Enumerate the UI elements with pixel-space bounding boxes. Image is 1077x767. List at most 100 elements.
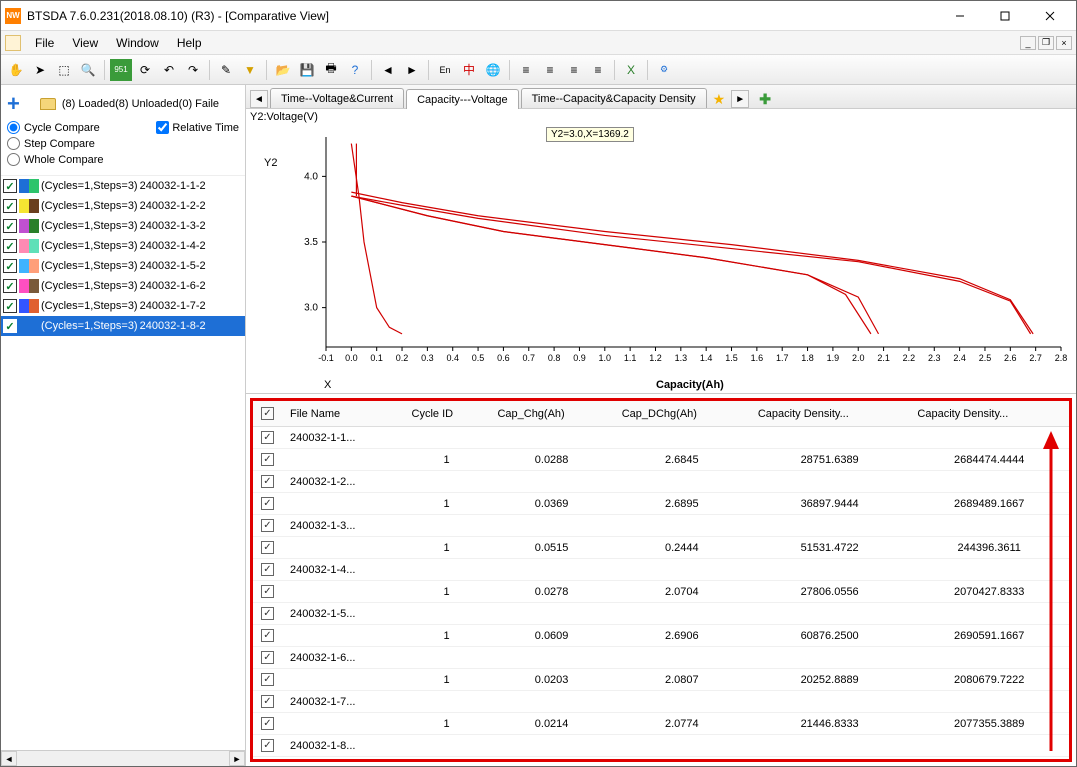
tab-prev-button[interactable]: ◄ (250, 90, 268, 108)
file-list-item[interactable]: ✓ (Cycles=1,Steps=3) 240032-1-6-2 (1, 276, 245, 296)
menu-window[interactable]: Window (108, 34, 167, 52)
help-icon[interactable]: ? (344, 59, 366, 81)
table-row[interactable]: ✓ 1 0.0288 2.6845 28751.6389 2684474.444… (253, 449, 1069, 471)
prev-icon[interactable]: ◄ (377, 59, 399, 81)
align-left-icon[interactable]: ≡ (515, 59, 537, 81)
table-header[interactable]: Cap_DChg(Ah) (614, 401, 750, 427)
row-checkbox[interactable]: ✓ (261, 475, 274, 488)
row-checkbox[interactable]: ✓ (261, 695, 274, 708)
table-row[interactable]: ✓ 240032-1-4... (253, 559, 1069, 581)
zoom-icon[interactable]: 🔍 (77, 59, 99, 81)
row-checkbox[interactable]: ✓ (261, 607, 274, 620)
next-icon[interactable]: ► (401, 59, 423, 81)
sidebar-hscroll[interactable]: ◄ ► (1, 750, 245, 766)
table-header[interactable]: Cycle ID (404, 401, 490, 427)
table-check-all[interactable]: ✓ (261, 407, 274, 420)
mdi-minimize-button[interactable]: _ (1020, 36, 1036, 50)
table-header[interactable]: Cap_Chg(Ah) (489, 401, 613, 427)
table-row[interactable]: ✓ 240032-1-6... (253, 647, 1069, 669)
file-checkbox[interactable]: ✓ (3, 279, 17, 293)
add-file-button[interactable]: + (7, 91, 20, 117)
file-list-item[interactable]: ✓ (Cycles=1,Steps=3) 240032-1-7-2 (1, 296, 245, 316)
tab-time-voltage-current[interactable]: Time--Voltage&Current (270, 88, 404, 108)
row-checkbox[interactable]: ✓ (261, 739, 274, 752)
table-row[interactable]: ✓ 240032-1-5... (253, 603, 1069, 625)
close-button[interactable] (1027, 2, 1072, 30)
scroll-left-icon[interactable]: ◄ (1, 751, 17, 766)
filter-icon[interactable]: ▼ (239, 59, 261, 81)
table-header[interactable]: Capacity Density... (750, 401, 910, 427)
step-compare-radio[interactable] (7, 137, 20, 150)
row-checkbox[interactable]: ✓ (261, 541, 274, 554)
tab-capacity-voltage[interactable]: Capacity---Voltage (406, 89, 519, 109)
minimize-button[interactable] (937, 2, 982, 30)
open-icon[interactable]: 📂 (272, 59, 294, 81)
justify-icon[interactable]: ≡ (587, 59, 609, 81)
zoom-area-icon[interactable]: ⬚ (53, 59, 75, 81)
scroll-right-icon[interactable]: ► (229, 751, 245, 766)
cn-lang-icon[interactable]: 中 (458, 59, 480, 81)
relative-time-checkbox[interactable] (156, 121, 169, 134)
row-checkbox[interactable]: ✓ (261, 453, 274, 466)
row-checkbox[interactable]: ✓ (261, 431, 274, 444)
file-checkbox[interactable]: ✓ (3, 259, 17, 273)
row-checkbox[interactable]: ✓ (261, 673, 274, 686)
table-row[interactable]: ✓ 1 0.0214 2.0774 21446.8333 2077355.388… (253, 713, 1069, 735)
table-row[interactable]: ✓ 1 0.0203 2.0807 20252.8889 2080679.722… (253, 669, 1069, 691)
row-checkbox[interactable]: ✓ (261, 651, 274, 664)
table-row[interactable]: ✓ 240032-1-2... (253, 471, 1069, 493)
table-row[interactable]: ✓ 1 0.0369 2.6895 36897.9444 2689489.166… (253, 493, 1069, 515)
table-header[interactable]: File Name (282, 401, 404, 427)
file-checkbox[interactable]: ✓ (3, 239, 17, 253)
file-checkbox[interactable]: ✓ (3, 299, 17, 313)
table-row[interactable]: ✓ 240032-1-3... (253, 515, 1069, 537)
row-checkbox[interactable]: ✓ (261, 563, 274, 576)
print-icon[interactable]: 🖶 (320, 59, 342, 81)
file-list-item[interactable]: ✓ (Cycles=1,Steps=3) 240032-1-1-2 (1, 176, 245, 196)
add-tab-button[interactable]: ✚ (759, 91, 771, 108)
tab-next-button[interactable]: ► (731, 90, 749, 108)
settings-icon[interactable]: ⚙ (653, 59, 675, 81)
globe-icon[interactable]: 🌐 (482, 59, 504, 81)
cycle-compare-radio[interactable] (7, 121, 20, 134)
table-row[interactable]: ✓ 240032-1-1... (253, 427, 1069, 449)
row-checkbox[interactable]: ✓ (261, 629, 274, 642)
table-header[interactable]: Capacity Density... (909, 401, 1069, 427)
table-row[interactable]: ✓ 1 0.0515 0.2444 51531.4722 244396.3611 (253, 537, 1069, 559)
mdi-restore-button[interactable]: ❐ (1038, 36, 1054, 50)
data-view-icon[interactable]: 951 (110, 59, 132, 81)
file-checkbox[interactable]: ✓ (3, 179, 17, 193)
row-checkbox[interactable]: ✓ (261, 519, 274, 532)
pen-tool-icon[interactable]: ✎ (215, 59, 237, 81)
file-checkbox[interactable]: ✓ (3, 319, 17, 333)
file-list-item[interactable]: ✓ (Cycles=1,Steps=3) 240032-1-3-2 (1, 216, 245, 236)
align-right-icon[interactable]: ≡ (563, 59, 585, 81)
refresh-icon[interactable]: ⟳ (134, 59, 156, 81)
menu-view[interactable]: View (64, 34, 106, 52)
file-list-item[interactable]: ✓ (Cycles=1,Steps=3) 240032-1-4-2 (1, 236, 245, 256)
maximize-button[interactable] (982, 2, 1027, 30)
row-checkbox[interactable]: ✓ (261, 585, 274, 598)
table-row[interactable]: ✓ 240032-1-7... (253, 691, 1069, 713)
table-row[interactable]: ✓ 240032-1-8... (253, 735, 1069, 757)
file-list-item[interactable]: ✓ (Cycles=1,Steps=3) 240032-1-8-2 (1, 316, 245, 336)
menu-file[interactable]: File (27, 34, 62, 52)
en-lang-icon[interactable]: En (434, 59, 456, 81)
chart-area[interactable]: Y2:Voltage(V) Y2 X Capacity(Ah) Y2=3.0,X… (246, 109, 1076, 394)
file-checkbox[interactable]: ✓ (3, 199, 17, 213)
save-icon[interactable]: 💾 (296, 59, 318, 81)
tab-time-capacity-density[interactable]: Time--Capacity&Capacity Density (521, 88, 707, 108)
file-list-item[interactable]: ✓ (Cycles=1,Steps=3) 240032-1-2-2 (1, 196, 245, 216)
excel-export-icon[interactable]: X (620, 59, 642, 81)
redo-icon[interactable]: ↷ (182, 59, 204, 81)
menu-help[interactable]: Help (169, 34, 210, 52)
mdi-close-button[interactable]: × (1056, 36, 1072, 50)
pointer-tool-icon[interactable]: ➤ (29, 59, 51, 81)
row-checkbox[interactable]: ✓ (261, 497, 274, 510)
table-row[interactable]: ✓ 1 0.0278 2.0704 27806.0556 2070427.833… (253, 581, 1069, 603)
favorite-tab-icon[interactable]: ★ (713, 91, 726, 108)
table-row[interactable]: ✓ 1 0.0609 2.6906 60876.2500 2690591.166… (253, 625, 1069, 647)
file-checkbox[interactable]: ✓ (3, 219, 17, 233)
file-list-item[interactable]: ✓ (Cycles=1,Steps=3) 240032-1-5-2 (1, 256, 245, 276)
undo-icon[interactable]: ↶ (158, 59, 180, 81)
